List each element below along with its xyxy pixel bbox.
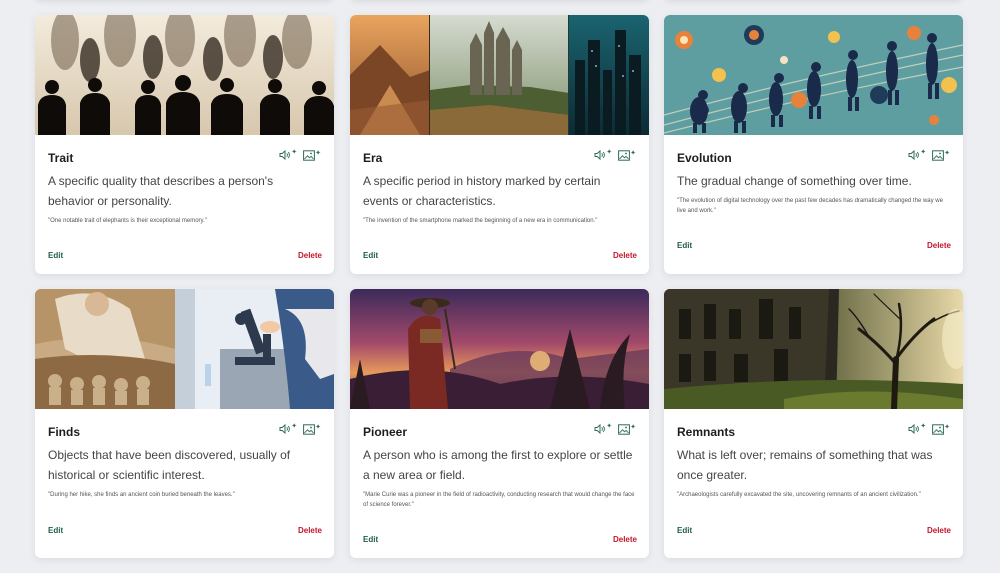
edit-button[interactable]: Edit bbox=[677, 241, 692, 250]
card-image bbox=[35, 289, 334, 409]
card-actions: ✦ ✦ bbox=[594, 423, 636, 435]
ai-sparkle-icon: ✦ bbox=[944, 149, 950, 157]
ai-sparkle-icon: ✦ bbox=[606, 149, 613, 156]
card-definition: The gradual change of something over tim… bbox=[677, 174, 912, 188]
ai-sparkle-icon: ✦ bbox=[944, 423, 950, 431]
card-title: Era bbox=[363, 151, 383, 165]
image-icon[interactable]: ✦ bbox=[303, 424, 321, 435]
speaker-icon[interactable]: ✦ bbox=[908, 423, 926, 435]
word-card-remnants: Remnants ✦ ✦ What is left over; remains … bbox=[664, 289, 963, 558]
card-actions: ✦ ✦ bbox=[908, 423, 950, 435]
card-example: "Archaeologists carefully excavated the … bbox=[677, 492, 921, 498]
ai-sparkle-icon: ✦ bbox=[920, 149, 927, 156]
card-body: Trait ✦ ✦ A specific quality that descri… bbox=[35, 135, 334, 274]
card-body: Era ✦ ✦ A specific period in history mar… bbox=[350, 135, 649, 274]
ai-sparkle-icon: ✦ bbox=[291, 423, 298, 430]
delete-button[interactable]: Delete bbox=[927, 526, 951, 535]
image-icon[interactable]: ✦ bbox=[618, 424, 636, 435]
card-definition: A person who is among the first to explo… bbox=[363, 448, 633, 482]
card-example: "The evolution of digital technology ove… bbox=[677, 198, 943, 214]
ai-sparkle-icon: ✦ bbox=[315, 423, 321, 431]
ai-sparkle-icon: ✦ bbox=[920, 423, 927, 430]
card-actions: ✦ ✦ bbox=[908, 149, 950, 161]
card-image bbox=[664, 289, 963, 409]
card-definition: A specific period in history marked by c… bbox=[363, 174, 601, 208]
card-actions: ✦ ✦ bbox=[279, 149, 321, 161]
speaker-icon[interactable]: ✦ bbox=[279, 149, 297, 161]
word-card-era: Era ✦ ✦ A specific period in history mar… bbox=[350, 15, 649, 274]
card-example: "Marie Curie was a pioneer in the field … bbox=[363, 492, 635, 508]
card-body: Remnants ✦ ✦ What is left over; remains … bbox=[664, 409, 963, 558]
card-definition: A specific quality that describes a pers… bbox=[48, 174, 274, 208]
card-actions: ✦ ✦ bbox=[594, 149, 636, 161]
speaker-icon[interactable]: ✦ bbox=[279, 423, 297, 435]
card-actions: ✦ ✦ bbox=[279, 423, 321, 435]
edit-button[interactable]: Edit bbox=[677, 526, 692, 535]
card-image bbox=[350, 289, 649, 409]
image-icon[interactable]: ✦ bbox=[932, 424, 950, 435]
word-card-finds: Finds ✦ ✦ Objects that have been discove… bbox=[35, 289, 334, 558]
delete-button[interactable]: Delete bbox=[298, 526, 322, 535]
speaker-icon[interactable]: ✦ bbox=[908, 149, 926, 161]
image-icon[interactable]: ✦ bbox=[932, 150, 950, 161]
card-image bbox=[35, 15, 334, 135]
ai-sparkle-icon: ✦ bbox=[630, 423, 636, 431]
word-card-evolution: Evolution ✦ ✦ The gradual change of some… bbox=[664, 15, 963, 274]
edit-button[interactable]: Edit bbox=[48, 251, 63, 260]
edit-button[interactable]: Edit bbox=[363, 251, 378, 260]
card-body: Pioneer ✦ ✦ A person who is among the fi… bbox=[350, 409, 649, 558]
word-card-pioneer: Pioneer ✦ ✦ A person who is among the fi… bbox=[350, 289, 649, 558]
delete-button[interactable]: Delete bbox=[613, 535, 637, 544]
card-body: Evolution ✦ ✦ The gradual change of some… bbox=[664, 135, 963, 274]
card-title: Finds bbox=[48, 425, 80, 439]
ai-sparkle-icon: ✦ bbox=[291, 149, 298, 156]
card-title: Trait bbox=[48, 151, 74, 165]
card-example: "One notable trait of elephants is their… bbox=[48, 218, 207, 224]
card-title: Remnants bbox=[677, 425, 736, 439]
card-body: Finds ✦ ✦ Objects that have been discove… bbox=[35, 409, 334, 558]
delete-button[interactable]: Delete bbox=[613, 251, 637, 260]
edit-button[interactable]: Edit bbox=[48, 526, 63, 535]
speaker-icon[interactable]: ✦ bbox=[594, 149, 612, 161]
edit-button[interactable]: Edit bbox=[363, 535, 378, 544]
card-definition: What is left over; remains of something … bbox=[677, 448, 933, 482]
delete-button[interactable]: Delete bbox=[298, 251, 322, 260]
card-example: "During her hike, she finds an ancient c… bbox=[48, 492, 235, 498]
ai-sparkle-icon: ✦ bbox=[315, 149, 321, 157]
word-card-trait: Trait ✦ ✦ A specific quality that descri… bbox=[35, 15, 334, 274]
speaker-icon[interactable]: ✦ bbox=[594, 423, 612, 435]
ai-sparkle-icon: ✦ bbox=[606, 423, 613, 430]
image-icon[interactable]: ✦ bbox=[618, 150, 636, 161]
card-image bbox=[664, 15, 963, 135]
card-title: Pioneer bbox=[363, 425, 408, 439]
delete-button[interactable]: Delete bbox=[927, 241, 951, 250]
ai-sparkle-icon: ✦ bbox=[630, 149, 636, 157]
card-example: "The invention of the smartphone marked … bbox=[363, 218, 598, 224]
card-title: Evolution bbox=[677, 151, 732, 165]
card-image bbox=[350, 15, 649, 135]
card-definition: Objects that have been discovered, usual… bbox=[48, 448, 291, 482]
image-icon[interactable]: ✦ bbox=[303, 150, 321, 161]
